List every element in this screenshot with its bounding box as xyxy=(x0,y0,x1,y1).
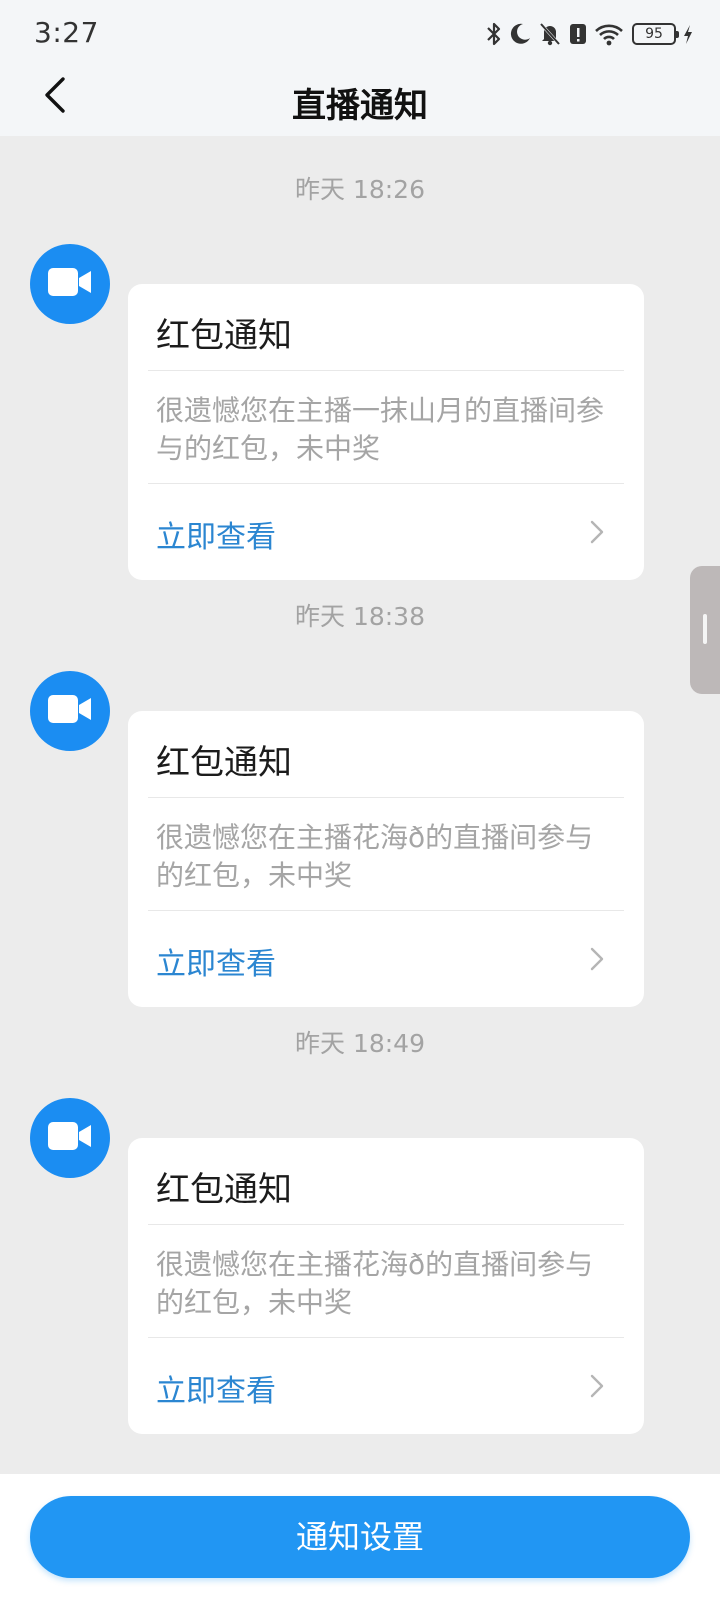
message-list[interactable]: 昨天 18:26 红包通知 很遗憾您在主播一抹山月的直播间参与的红包，未中奖 立… xyxy=(0,136,720,1474)
video-camera-icon xyxy=(48,267,92,301)
chevron-right-icon xyxy=(590,1374,604,1402)
view-now-label: 立即查看 xyxy=(156,520,276,555)
bluetooth-icon xyxy=(486,21,502,47)
view-now-label: 立即查看 xyxy=(156,947,276,982)
video-camera-icon xyxy=(48,694,92,728)
view-now-button[interactable]: 立即查看 xyxy=(128,484,644,580)
message-timestamp: 昨天 18:38 xyxy=(295,602,425,631)
avatar xyxy=(30,244,110,324)
avatar xyxy=(30,1098,110,1178)
notification-settings-button[interactable]: 通知设置 xyxy=(30,1496,690,1578)
message-timestamp: 昨天 18:26 xyxy=(295,175,425,204)
status-time: 3:27 xyxy=(34,16,99,49)
card-body: 很遗憾您在主播一抹山月的直播间参与的红包，未中奖 xyxy=(156,394,605,465)
divider xyxy=(148,1224,624,1225)
chevron-right-icon xyxy=(590,520,604,548)
notification-card: 红包通知 很遗憾您在主播一抹山月的直播间参与的红包，未中奖 立即查看 xyxy=(128,284,644,580)
nav-bar: 直播通知 xyxy=(0,66,720,136)
chevron-right-icon xyxy=(590,947,604,975)
moon-icon xyxy=(508,21,532,47)
card-body: 很遗憾您在主播花海ð的直播间参与的红包，未中奖 xyxy=(156,821,594,892)
status-bar: 3:27 95 xyxy=(0,0,720,66)
view-now-label: 立即查看 xyxy=(156,1374,276,1409)
divider xyxy=(148,797,624,798)
video-camera-icon xyxy=(48,1121,92,1155)
card-title: 红包通知 xyxy=(156,316,292,356)
charging-icon xyxy=(682,21,694,47)
view-now-button[interactable]: 立即查看 xyxy=(128,1338,644,1434)
battery-icon: 95 xyxy=(632,23,679,45)
notification-card: 红包通知 很遗憾您在主播花海ð的直播间参与的红包，未中奖 立即查看 xyxy=(128,711,644,1007)
status-icons: 95 xyxy=(486,20,694,48)
page-title: 直播通知 xyxy=(292,86,428,126)
card-title: 红包通知 xyxy=(156,743,292,783)
notification-card: 红包通知 很遗憾您在主播花海ð的直播间参与的红包，未中奖 立即查看 xyxy=(128,1138,644,1434)
bottom-bar: 通知设置 xyxy=(0,1474,720,1600)
avatar xyxy=(30,671,110,751)
message-timestamp: 昨天 18:49 xyxy=(295,1029,425,1058)
divider xyxy=(148,370,624,371)
wifi-icon xyxy=(594,21,624,47)
view-now-button[interactable]: 立即查看 xyxy=(128,911,644,1007)
card-title: 红包通知 xyxy=(156,1170,292,1210)
bell-off-icon xyxy=(538,21,562,47)
card-body: 很遗憾您在主播花海ð的直播间参与的红包，未中奖 xyxy=(156,1248,594,1319)
alert-icon xyxy=(568,21,588,47)
side-drag-handle[interactable] xyxy=(690,566,720,694)
